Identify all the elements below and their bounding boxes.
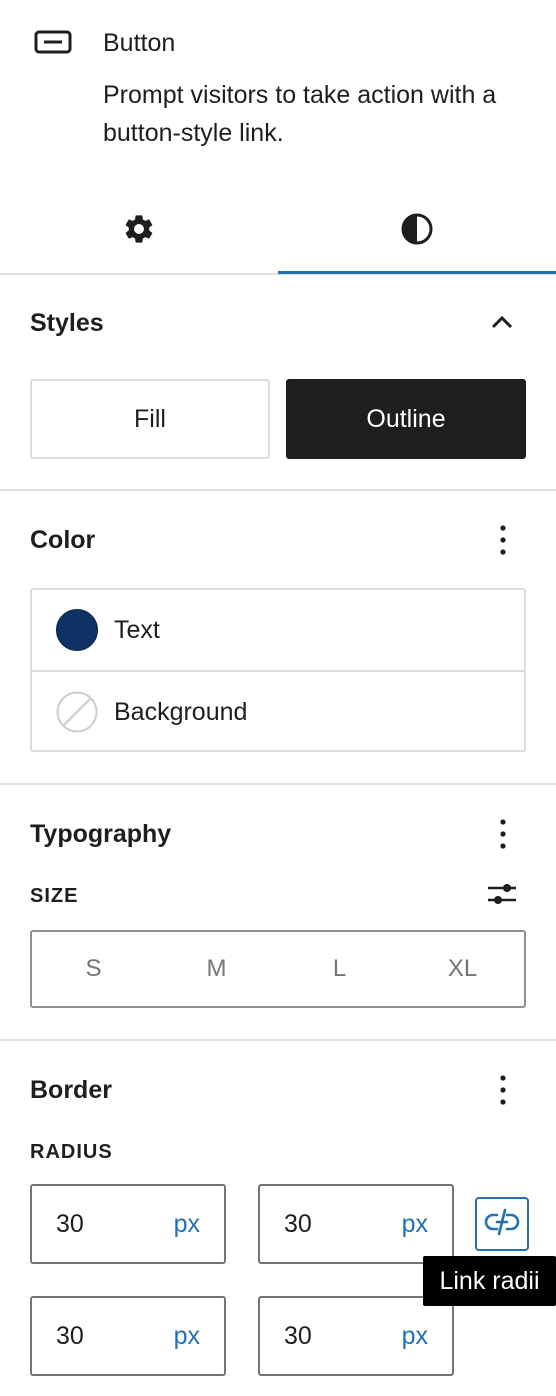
no-color-swatch-icon bbox=[56, 691, 98, 733]
active-tab-indicator bbox=[278, 271, 556, 274]
color-settings-group: Text Background bbox=[30, 588, 526, 752]
size-option-s[interactable]: S bbox=[32, 932, 155, 1006]
color-item-label: Background bbox=[114, 697, 248, 726]
panel-divider bbox=[0, 1039, 556, 1041]
style-outline-button[interactable]: Outline bbox=[286, 379, 526, 459]
radius-unit-select[interactable]: px bbox=[174, 1210, 200, 1239]
chevron-up-icon[interactable] bbox=[486, 306, 518, 338]
tab-settings[interactable] bbox=[0, 188, 278, 274]
radius-unit-select[interactable]: px bbox=[174, 1322, 200, 1351]
half-circle-contrast-icon bbox=[400, 212, 434, 251]
border-options-menu-icon[interactable] bbox=[488, 1070, 518, 1110]
radius-value: 30 bbox=[56, 1321, 84, 1350]
font-size-picker: S M L XL bbox=[30, 930, 526, 1008]
radius-bottom-right-input[interactable]: 30 px bbox=[258, 1296, 454, 1376]
size-option-l[interactable]: L bbox=[278, 932, 401, 1006]
link-radii-button[interactable] bbox=[475, 1197, 529, 1251]
color-options-menu-icon[interactable] bbox=[488, 520, 518, 560]
unlink-icon bbox=[484, 1207, 520, 1242]
color-item-text[interactable]: Text bbox=[32, 590, 524, 670]
link-radii-tooltip: Link radii bbox=[423, 1256, 556, 1306]
typography-panel-title: Typography bbox=[30, 820, 172, 848]
radius-value: 30 bbox=[56, 1209, 84, 1238]
color-item-background[interactable]: Background bbox=[32, 672, 524, 752]
panel-divider bbox=[0, 783, 556, 785]
radius-label: RADIUS bbox=[30, 1141, 113, 1163]
custom-size-settings-icon[interactable] bbox=[484, 878, 520, 910]
tab-styles[interactable] bbox=[278, 188, 556, 274]
panel-divider bbox=[0, 489, 556, 491]
gear-icon bbox=[122, 212, 156, 251]
radius-bottom-left-input[interactable]: 30 px bbox=[30, 1296, 226, 1376]
radius-top-right-input[interactable]: 30 px bbox=[258, 1184, 454, 1264]
border-panel-title: Border bbox=[30, 1076, 112, 1104]
button-block-icon bbox=[34, 30, 72, 54]
color-panel-title: Color bbox=[30, 526, 96, 554]
typography-options-menu-icon[interactable] bbox=[488, 814, 518, 854]
radius-value: 30 bbox=[284, 1321, 312, 1350]
radius-unit-select[interactable]: px bbox=[402, 1210, 428, 1239]
block-description: Prompt visitors to take action with a bu… bbox=[103, 81, 497, 147]
style-fill-button[interactable]: Fill bbox=[30, 379, 270, 459]
size-label: SIZE bbox=[30, 885, 79, 907]
radius-unit-select[interactable]: px bbox=[402, 1322, 428, 1351]
size-option-m[interactable]: M bbox=[155, 932, 278, 1006]
radius-top-left-input[interactable]: 30 px bbox=[30, 1184, 226, 1264]
text-color-swatch bbox=[56, 609, 98, 651]
styles-panel-title: Styles bbox=[30, 309, 104, 337]
color-item-label: Text bbox=[114, 615, 160, 644]
size-option-xl[interactable]: XL bbox=[401, 932, 524, 1006]
radius-value: 30 bbox=[284, 1209, 312, 1238]
block-title: Button bbox=[103, 29, 176, 57]
